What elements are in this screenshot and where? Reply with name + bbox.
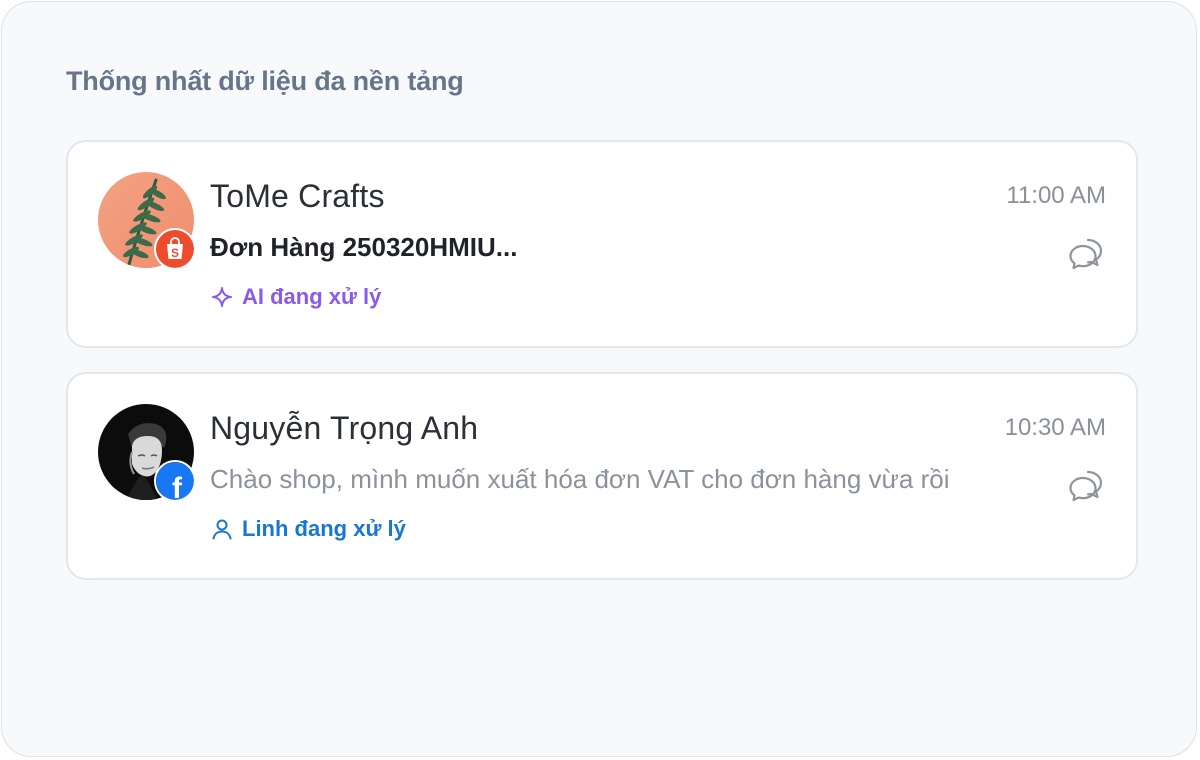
platform-glyph: S (171, 246, 179, 260)
status-indicator: AI đang xử lý (210, 282, 381, 312)
contact-name: Nguyễn Trọng Anh (210, 410, 479, 446)
facebook-icon: f (154, 460, 196, 502)
platform-glyph: f (172, 472, 183, 500)
contact-name: ToMe Crafts (210, 178, 385, 214)
user-icon (210, 517, 234, 541)
chat-bubbles-icon[interactable] (1066, 466, 1106, 506)
panel-title: Thống nhất dữ liệu đa nền tảng (66, 66, 464, 96)
status-label: AI đang xử lý (242, 284, 382, 309)
timestamp: 10:30 AM (1004, 414, 1106, 441)
message-preview: Đơn Hàng 250320HMIU... (210, 232, 518, 262)
sparkle-icon (210, 285, 234, 309)
conversation-card[interactable]: S ToMe Crafts Đơn Hàng 250320HMIU... AI … (66, 140, 1138, 348)
timestamp: 11:00 AM (1006, 182, 1106, 209)
status-label: Linh đang xử lý (242, 516, 406, 541)
chat-bubbles-icon[interactable] (1066, 234, 1106, 274)
unified-inbox-panel: Thống nhất dữ liệu đa nền tảng S ToMe Cr… (1, 1, 1197, 757)
shopee-bag-icon: S (154, 228, 196, 270)
status-indicator: Linh đang xử lý (210, 514, 406, 544)
message-preview: Chào shop, mình muốn xuất hóa đơn VAT ch… (210, 464, 950, 494)
conversation-card[interactable]: f Nguyễn Trọng Anh Chào shop, mình muốn … (66, 372, 1138, 580)
